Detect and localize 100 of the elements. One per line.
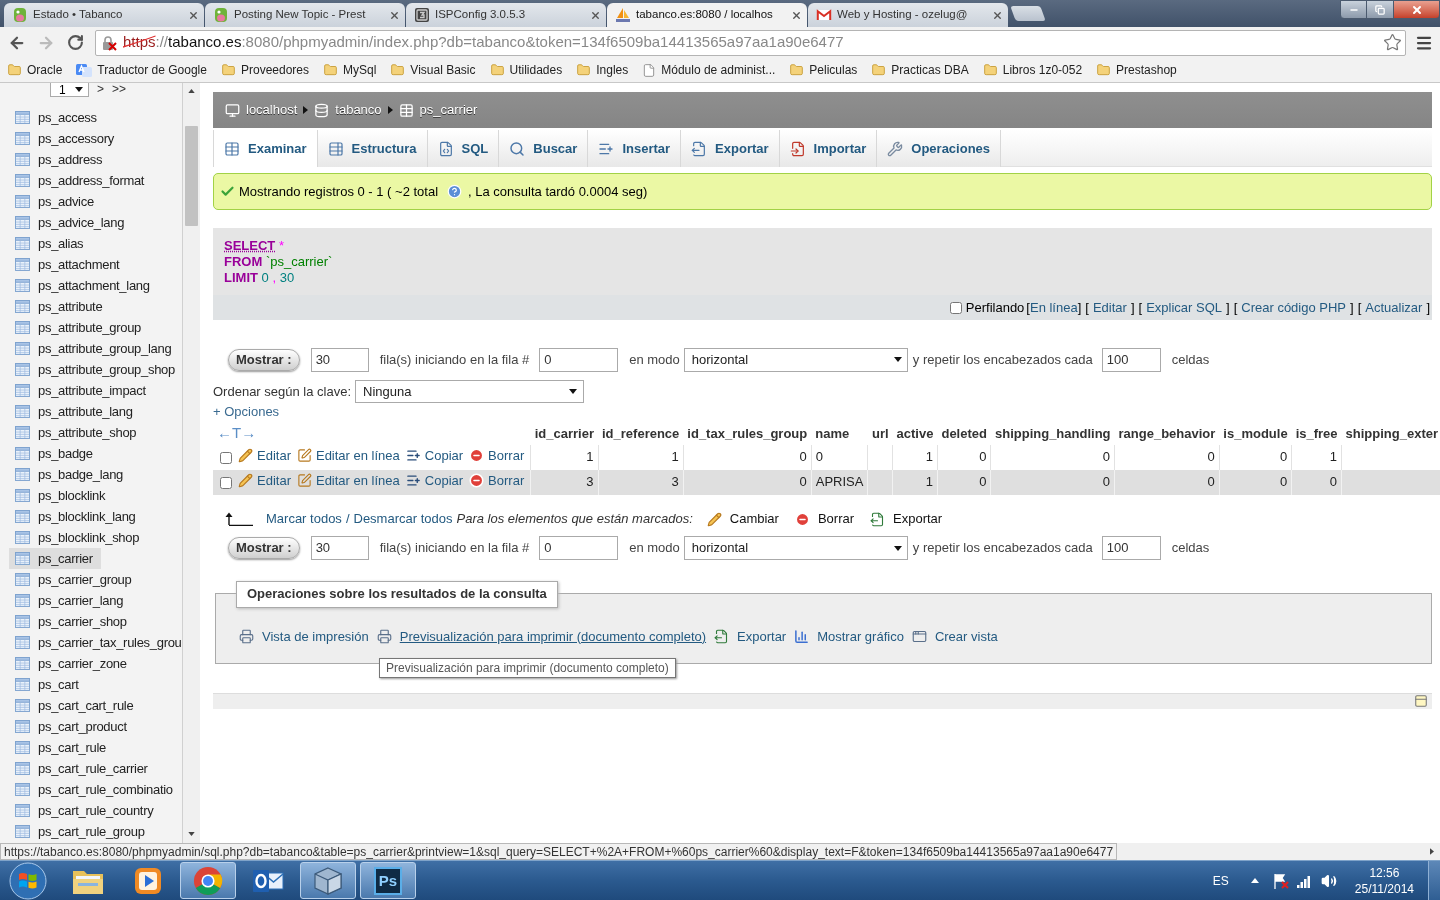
- bookmark-item[interactable]: Módulo de administ...: [637, 59, 781, 81]
- taskbar-app-button[interactable]: [300, 862, 356, 899]
- language-indicator[interactable]: ES: [1212, 871, 1229, 890]
- volume-icon[interactable]: [1320, 872, 1337, 889]
- delete-link[interactable]: Borrar: [469, 445, 525, 466]
- edit-button[interactable]: Cambiar: [706, 509, 779, 529]
- row-checkbox[interactable]: [220, 451, 232, 464]
- table-list-item[interactable]: ps_attribute_impact: [9, 380, 154, 401]
- taskbar-app-button[interactable]: Ps: [360, 862, 416, 899]
- signal-icon[interactable]: [1296, 873, 1313, 888]
- inline-edit-link[interactable]: Editar en línea: [296, 470, 400, 491]
- bookmark-item[interactable]: Peliculas: [784, 59, 863, 81]
- unmark-all-link[interactable]: Desmarcar todos: [353, 509, 453, 529]
- repeat-input[interactable]: 100: [1101, 347, 1161, 372]
- table-list-item[interactable]: ps_attribute_group_lang: [9, 338, 180, 359]
- show-button[interactable]: Mostrar :: [228, 348, 300, 371]
- table-list-item[interactable]: ps_attribute_group_shop: [9, 359, 182, 380]
- bookmark-item[interactable]: MySql: [318, 59, 382, 81]
- new-tab-button[interactable]: [1010, 6, 1046, 21]
- page-tab[interactable]: SQL: [427, 130, 500, 167]
- bookmark-item[interactable]: Prestashop: [1091, 59, 1182, 81]
- table-list-item[interactable]: ps_advice: [9, 191, 102, 212]
- page-tab[interactable]: Estructura: [317, 130, 428, 167]
- inline-edit-link[interactable]: Editar en línea: [296, 445, 400, 466]
- delete-button[interactable]: Borrar: [794, 509, 855, 529]
- table-list-item[interactable]: ps_attribute_group: [9, 317, 149, 338]
- scroll-up-icon[interactable]: [188, 89, 195, 93]
- table-list-item[interactable]: ps_attribute_lang: [9, 401, 141, 422]
- bookmark-item[interactable]: Utilidades: [484, 59, 568, 81]
- scrollbar-thumb[interactable]: [185, 126, 198, 226]
- browser-tab[interactable]: Web y Hosting - ozelug@: [808, 3, 1008, 27]
- bookmark-star-icon[interactable]: [1383, 33, 1402, 52]
- table-list-item[interactable]: ps_cart_product: [9, 716, 135, 737]
- column-header[interactable]: name: [811, 422, 868, 445]
- table-list-item[interactable]: ps_cart_cart_rule: [9, 695, 142, 716]
- options-link[interactable]: + Opciones: [213, 402, 280, 422]
- column-header[interactable]: deleted: [937, 422, 991, 445]
- chart-link[interactable]: Mostrar gráfico: [817, 626, 904, 646]
- browser-tab[interactable]: ISPConfig 3.0.5.3: [406, 3, 606, 27]
- profiling-checkbox[interactable]: [949, 301, 962, 314]
- create-view-link[interactable]: Crear vista: [934, 626, 998, 646]
- help-icon[interactable]: [447, 184, 463, 199]
- export-link[interactable]: Exportar: [737, 626, 787, 646]
- edit-link[interactable]: Editar: [238, 470, 291, 491]
- table-list-item[interactable]: ps_advice_lang: [9, 212, 133, 233]
- table-list-item[interactable]: ps_alias: [9, 233, 92, 254]
- table-list-item[interactable]: ps_badge_lang: [9, 464, 132, 485]
- table-list-item[interactable]: ps_attribute_shop: [9, 422, 145, 443]
- table-list-item[interactable]: ps_access: [9, 107, 105, 128]
- sort-select[interactable]: Ninguna: [355, 380, 585, 403]
- bookmark-item[interactable]: Ingles: [571, 59, 634, 81]
- column-header[interactable]: shipping_handling: [990, 422, 1115, 445]
- close-window-button[interactable]: [1393, 0, 1440, 19]
- show-desktop-button[interactable]: [1428, 860, 1440, 900]
- query-link[interactable]: Editar: [1092, 297, 1127, 318]
- mode-select[interactable]: horizontal: [683, 347, 908, 372]
- minimize-button[interactable]: [1340, 0, 1367, 19]
- table-list-item[interactable]: ps_attachment: [9, 254, 128, 275]
- table-list-item[interactable]: ps_attribute: [9, 296, 111, 317]
- browser-tab[interactable]: tabanco.es:8080 / localhos: [607, 3, 807, 27]
- column-header[interactable]: id_reference: [598, 422, 684, 445]
- bookmark-item[interactable]: Oracle: [2, 59, 68, 81]
- table-list-item[interactable]: ps_cart_rule: [9, 737, 114, 758]
- bookmark-item[interactable]: Libros 1z0-052: [977, 59, 1088, 81]
- last-page-link[interactable]: >>: [112, 83, 127, 95]
- scroll-down-icon[interactable]: [188, 832, 195, 836]
- table-list-item[interactable]: ps_cart_rule_combinatio: [9, 779, 181, 800]
- start-row-input[interactable]: 0: [539, 347, 619, 372]
- table-list-item[interactable]: ps_address: [9, 149, 111, 170]
- copy-link[interactable]: Copiar: [405, 445, 464, 466]
- page-tab[interactable]: Insertar: [588, 130, 682, 167]
- query-link[interactable]: En línea: [1029, 297, 1078, 318]
- clock-date[interactable]: 25/11/2014: [1354, 880, 1414, 897]
- bookmark-item[interactable]: Traductor de Google: [71, 59, 212, 81]
- next-page-link[interactable]: >: [97, 83, 104, 95]
- page-select[interactable]: 1: [50, 83, 89, 97]
- page-tab[interactable]: Operaciones: [877, 130, 1002, 167]
- copy-link[interactable]: Copiar: [405, 470, 464, 491]
- table-list-item[interactable]: ps_attachment_lang: [9, 275, 158, 296]
- restore-button[interactable]: [1367, 0, 1393, 19]
- start-row-input[interactable]: 0: [539, 536, 619, 560]
- query-link[interactable]: Actualizar: [1365, 297, 1423, 318]
- table-list-item[interactable]: ps_carrier_shop: [9, 611, 135, 632]
- flag-icon[interactable]: [1272, 872, 1289, 889]
- browser-tab[interactable]: Estado • Tabanco: [4, 3, 204, 27]
- bookmark-item[interactable]: Visual Basic: [385, 59, 481, 81]
- table-list-item[interactable]: ps_badge: [9, 443, 101, 464]
- table-list-item[interactable]: ps_cart_rule_group: [9, 821, 153, 842]
- table-list-item[interactable]: ps_cart_rule_country: [9, 800, 162, 821]
- table-list-item[interactable]: ps_address_format: [9, 170, 153, 191]
- column-header[interactable]: shipping_exter: [1341, 422, 1440, 445]
- edit-link[interactable]: Editar: [238, 445, 291, 466]
- print-link[interactable]: Previsualización para imprimir (documento completo): [399, 626, 707, 646]
- query-link[interactable]: Explicar SQL: [1146, 297, 1222, 318]
- table-list-item[interactable]: ps_blocklink: [9, 485, 114, 506]
- table-list-item[interactable]: ps_carrier: [9, 548, 101, 569]
- column-header[interactable]: active: [892, 422, 938, 445]
- delete-link[interactable]: Borrar: [469, 470, 525, 491]
- table-list-item[interactable]: ps_carrier_zone: [9, 653, 135, 674]
- column-header[interactable]: id_tax_rules_group: [683, 422, 812, 445]
